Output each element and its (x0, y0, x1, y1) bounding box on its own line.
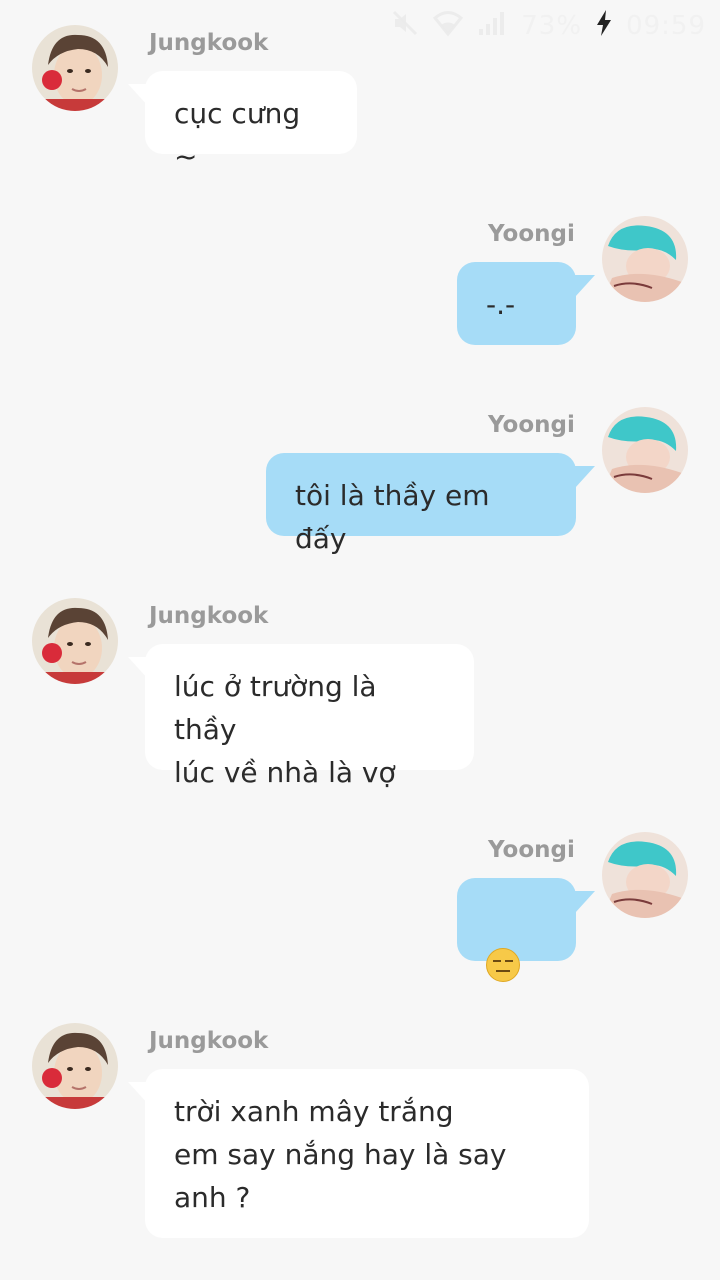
message-bubble[interactable]: tôi là thầy em đấy (266, 453, 576, 555)
sender-name: Jungkook (149, 1028, 269, 1054)
message-bubble[interactable]: -.- (457, 262, 576, 345)
signal-icon (477, 9, 507, 44)
message-bubble[interactable]: lúc ở trường là thầy lúc về nhà là vợ (145, 644, 474, 789)
yoongi-avatar[interactable] (602, 216, 688, 302)
sender-name: Yoongi (488, 221, 575, 247)
charging-bolt-icon (596, 10, 612, 42)
wifi-icon (433, 9, 464, 44)
clock: 09:59 (626, 11, 706, 41)
bubble-tail (575, 275, 595, 297)
jungkook-avatar[interactable] (32, 1023, 118, 1109)
jungkook-avatar[interactable] (32, 598, 118, 684)
bubble-tail (575, 891, 595, 913)
message-bubble[interactable]: cục cưng ~ (145, 71, 357, 173)
yoongi-avatar[interactable] (602, 407, 688, 493)
sender-name: Jungkook (149, 603, 269, 629)
sender-name: Yoongi (488, 412, 575, 438)
sender-name: Yoongi (488, 837, 575, 863)
sender-name: Jungkook (149, 30, 269, 56)
message-bubble[interactable]: trời xanh mây trắng em say nắng hay là s… (145, 1069, 589, 1238)
message-bubble[interactable] (457, 878, 576, 982)
battery-percentage: 73% (521, 11, 583, 41)
status-bar: 73% 09:59 (391, 8, 706, 44)
jungkook-avatar[interactable] (32, 25, 118, 111)
bubble-tail (575, 466, 595, 488)
expressionless-face-icon (486, 948, 520, 982)
mute-icon (391, 9, 419, 44)
yoongi-avatar[interactable] (602, 832, 688, 918)
